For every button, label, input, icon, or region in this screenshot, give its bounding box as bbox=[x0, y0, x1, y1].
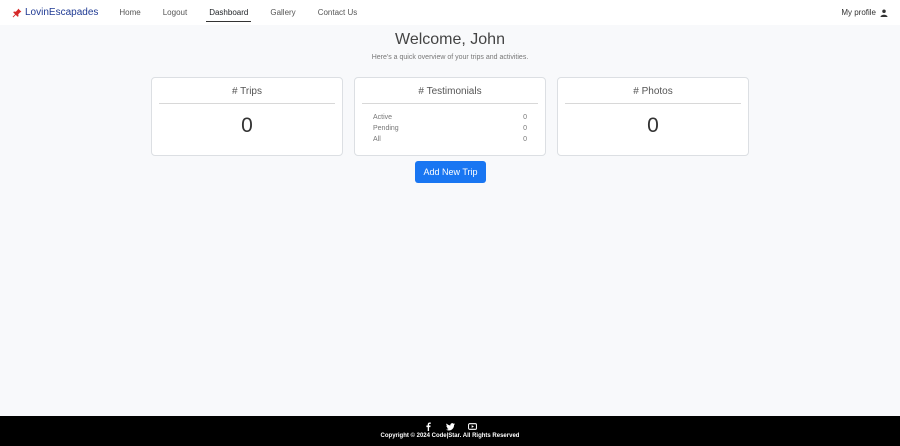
stat-row-all: All 0 bbox=[373, 134, 527, 145]
navbar: LovinEscapades Home Logout Dashboard Gal… bbox=[0, 0, 900, 25]
nav-gallery[interactable]: Gallery bbox=[259, 0, 306, 25]
testimonials-card: # Testimonials Active 0 Pending 0 All 0 bbox=[354, 77, 546, 156]
testimonials-stats: Active 0 Pending 0 All 0 bbox=[355, 104, 545, 145]
add-new-trip-button[interactable]: Add New Trip bbox=[415, 161, 486, 183]
pushpin-icon bbox=[12, 8, 22, 17]
testimonials-card-title: # Testimonials bbox=[362, 78, 538, 104]
copyright-text: Copyright © 2024 Code|Star. All Rights R… bbox=[380, 433, 520, 439]
nav-contact-us[interactable]: Contact Us bbox=[307, 0, 369, 25]
stat-row-pending: Pending 0 bbox=[373, 123, 527, 134]
footer: Copyright © 2024 Code|Star. All Rights R… bbox=[0, 416, 900, 446]
photos-card: # Photos 0 bbox=[557, 77, 749, 156]
stat-label: Pending bbox=[373, 125, 399, 132]
trips-count: 0 bbox=[241, 114, 253, 137]
stat-value: 0 bbox=[523, 136, 527, 143]
trips-card-title: # Trips bbox=[159, 78, 335, 104]
facebook-icon[interactable] bbox=[423, 421, 433, 431]
user-icon bbox=[880, 9, 888, 17]
page-title: Welcome, John bbox=[395, 31, 505, 48]
stat-row-active: Active 0 bbox=[373, 112, 527, 123]
stat-label: All bbox=[373, 136, 381, 143]
nav-home[interactable]: Home bbox=[108, 0, 151, 25]
youtube-icon[interactable] bbox=[467, 421, 477, 431]
nav-dashboard[interactable]: Dashboard bbox=[198, 0, 259, 25]
page-subtitle: Here's a quick overview of your trips an… bbox=[371, 54, 529, 61]
photos-card-title: # Photos bbox=[565, 78, 741, 104]
stat-value: 0 bbox=[523, 125, 527, 132]
stat-value: 0 bbox=[523, 114, 527, 121]
social-links bbox=[0, 416, 900, 432]
twitter-icon[interactable] bbox=[445, 421, 455, 431]
brand-link[interactable]: LovinEscapades bbox=[12, 7, 98, 18]
stat-label: Active bbox=[373, 114, 393, 121]
brand-name: LovinEscapades bbox=[25, 7, 99, 18]
photos-count: 0 bbox=[647, 114, 659, 137]
nav-logout[interactable]: Logout bbox=[152, 0, 198, 25]
trips-card: # Trips 0 bbox=[151, 77, 343, 156]
my-profile-link[interactable]: My profile bbox=[841, 8, 888, 17]
nav-links: Home Logout Dashboard Gallery Contact Us bbox=[108, 0, 368, 25]
profile-label: My profile bbox=[841, 8, 876, 17]
